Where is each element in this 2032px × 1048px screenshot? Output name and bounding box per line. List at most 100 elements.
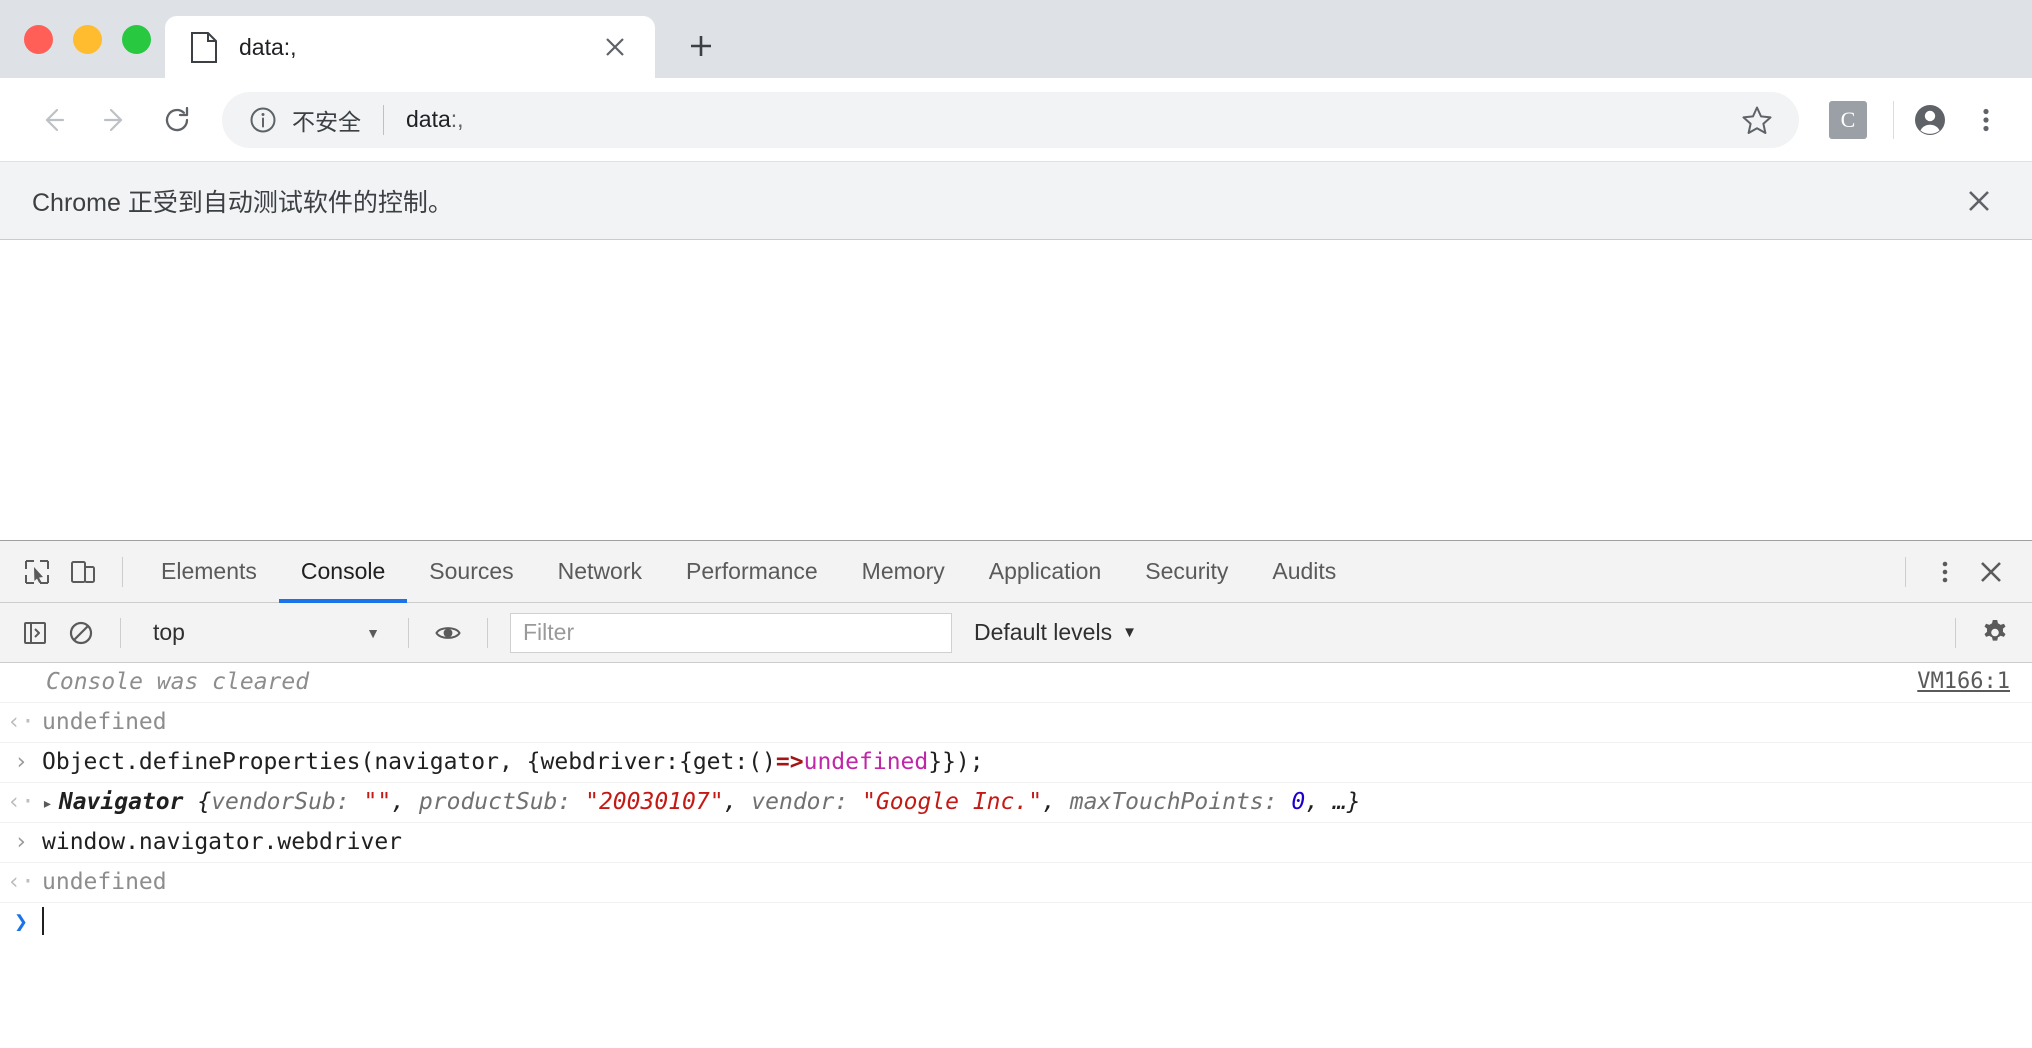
filterbar-divider-2 <box>408 617 409 648</box>
execution-context-value: top <box>153 619 185 645</box>
extension-icon[interactable]: C <box>1829 100 1867 139</box>
infobar-close-icon[interactable] <box>1956 178 2002 224</box>
filterbar-divider-1 <box>120 617 121 648</box>
window-traffic-lights <box>16 0 165 78</box>
console-message-object: ‹· ▸ Navigator {vendorSub: "", productSub… <box>0 783 2032 824</box>
object-property-value: "Google Inc." <box>862 789 1043 816</box>
message-gutter: ‹· <box>7 789 35 816</box>
console-message-result: ‹· undefined <box>0 863 2032 904</box>
prompt-chevron-icon: ❯ <box>14 909 28 936</box>
chevron-down-icon: ▼ <box>1122 624 1137 641</box>
console-result-text: undefined <box>42 869 167 896</box>
code-token: window.navigator.webdriver <box>42 829 403 856</box>
profile-avatar-icon[interactable] <box>1908 98 1952 142</box>
tab-performance[interactable]: Performance <box>664 541 840 603</box>
tab-elements[interactable]: Elements <box>139 541 279 603</box>
object-property-name: productSub: <box>418 789 586 816</box>
devtools-panel: Elements Console Sources Network Perform… <box>0 540 2032 1048</box>
browser-tab[interactable]: data:, <box>165 16 655 78</box>
device-toolbar-icon[interactable] <box>60 549 106 595</box>
url-scheme: data <box>406 106 451 132</box>
tab-sources[interactable]: Sources <box>407 541 535 603</box>
object-token: { <box>197 789 212 816</box>
code-token: => <box>775 749 804 776</box>
automation-infobar: Chrome 正受到自动测试软件的控制。 <box>0 162 2032 240</box>
code-token: }}); <box>928 749 984 776</box>
devtools-tabs: Elements Console Sources Network Perform… <box>139 541 1358 603</box>
devtools-tab-bar: Elements Console Sources Network Perform… <box>0 541 2032 603</box>
devtools-close-icon[interactable] <box>1968 549 2014 595</box>
automation-message: Chrome 正受到自动测试软件的控制。 <box>32 188 453 217</box>
chrome-menu-icon[interactable] <box>1962 96 2010 144</box>
browser-toolbar: 不安全 data:, C <box>0 78 2032 162</box>
tab-application[interactable]: Application <box>967 541 1124 603</box>
object-property-value: "" <box>363 789 392 816</box>
inspect-element-icon[interactable] <box>14 549 60 595</box>
tab-security[interactable]: Security <box>1123 541 1250 603</box>
filterbar-actions <box>1939 610 2032 656</box>
log-levels-label: Default levels <box>974 619 1113 645</box>
omnibox-divider <box>383 104 384 135</box>
devtools-settings-gear-icon[interactable] <box>1972 610 2018 656</box>
forward-icon[interactable] <box>84 89 146 151</box>
message-gutter: ‹· <box>7 869 35 896</box>
log-levels-select[interactable]: Default levels ▼ <box>974 619 1137 646</box>
object-token: , <box>723 789 752 816</box>
object-property-name: maxTouchPoints: <box>1069 789 1292 816</box>
message-gutter: › <box>14 829 28 856</box>
code-token: Object.defineProperties(navigator, {webd… <box>42 749 776 776</box>
url-path: :, <box>450 106 464 132</box>
console-prompt-input[interactable] <box>42 907 2032 938</box>
execution-context-select[interactable]: top ▼ <box>137 613 392 653</box>
close-window-button[interactable] <box>24 24 53 54</box>
object-property-name: vendor: <box>751 789 863 816</box>
tab-strip: data:, <box>0 0 2032 78</box>
console-object-preview[interactable]: ▸ Navigator {vendorSub: "", productSub: "… <box>42 787 2032 818</box>
console-input-text: Object.defineProperties(navigator, {webd… <box>42 747 2032 778</box>
console-filter-input[interactable]: Filter <box>510 612 952 653</box>
console-message-input: › Object.defineProperties(navigator, {we… <box>0 743 2032 784</box>
console-input-text: window.navigator.webdriver <box>42 827 2032 858</box>
bookmark-star-icon[interactable] <box>1737 100 1777 140</box>
object-token: , <box>391 789 419 816</box>
devtools-actions-divider <box>1905 556 1906 587</box>
tab-memory[interactable]: Memory <box>840 541 967 603</box>
info-icon[interactable] <box>248 105 278 135</box>
message-gutter: › <box>14 749 28 776</box>
console-messages[interactable]: Console was cleared VM166:1 ‹· undefined… <box>0 663 2032 1048</box>
tab-audits[interactable]: Audits <box>1250 541 1358 603</box>
tab-title: data:, <box>239 33 297 60</box>
devtools-tabbar-actions <box>1889 549 2032 595</box>
clear-console-icon[interactable] <box>58 610 104 656</box>
message-gutter: ‹· <box>7 709 35 736</box>
minimize-window-button[interactable] <box>73 24 102 54</box>
tab-network[interactable]: Network <box>536 541 664 603</box>
object-property-value: 0 <box>1291 789 1306 816</box>
console-message-result: ‹· undefined <box>0 703 2032 744</box>
back-icon[interactable] <box>22 89 84 151</box>
tab-close-icon[interactable] <box>595 27 635 67</box>
tab-console[interactable]: Console <box>278 541 408 603</box>
reload-icon[interactable] <box>146 89 208 151</box>
console-sidebar-toggle-icon[interactable] <box>12 610 58 656</box>
chevron-down-icon: ▼ <box>366 624 380 641</box>
live-expression-eye-icon[interactable] <box>425 610 471 656</box>
object-property-value: "20030107" <box>585 789 724 816</box>
source-link[interactable]: VM166:1 <box>1917 669 2010 694</box>
text-cursor <box>42 907 44 936</box>
object-class-name: Navigator <box>58 789 198 816</box>
devtools-divider <box>122 556 123 587</box>
address-bar[interactable]: 不安全 data:, <box>222 91 1799 148</box>
console-result-text: undefined <box>42 709 167 736</box>
object-token: , <box>1042 789 1070 816</box>
disclosure-triangle-icon[interactable]: ▸ <box>42 793 53 814</box>
browser-window: data:, 不安全 data:, C Chrome 正受到自动测试软件的控制。… <box>0 0 2032 1048</box>
maximize-window-button[interactable] <box>122 24 151 54</box>
console-prompt-row[interactable]: ❯ <box>0 903 2032 943</box>
devtools-more-icon[interactable] <box>1922 549 1968 595</box>
filterbar-divider-3 <box>487 617 488 648</box>
console-cleared-text: Console was cleared <box>46 669 310 695</box>
page-icon <box>191 32 217 63</box>
console-filter-bar: top ▼ Filter Default levels ▼ <box>0 603 2032 663</box>
new-tab-button[interactable] <box>673 18 729 74</box>
